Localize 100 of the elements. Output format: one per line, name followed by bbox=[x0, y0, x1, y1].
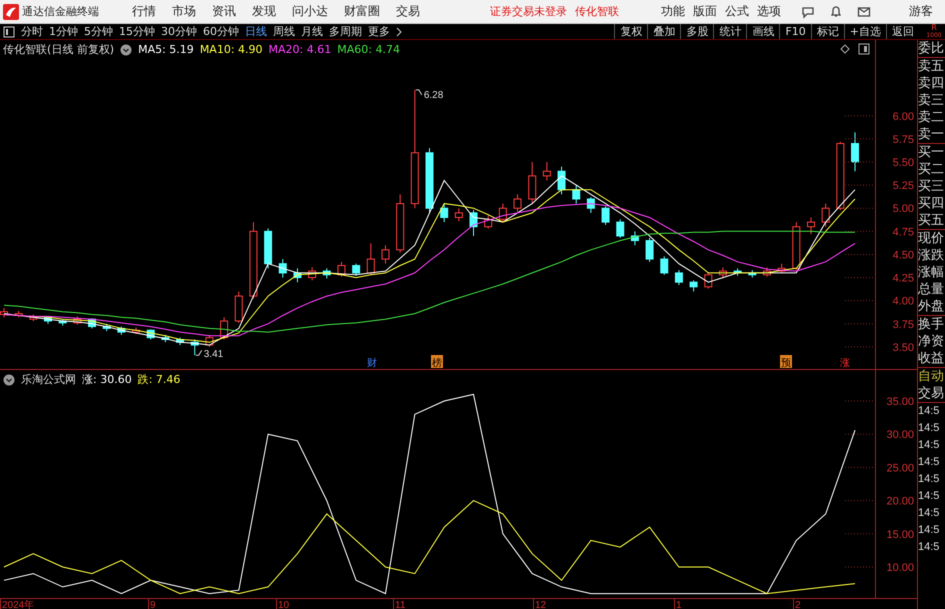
series-name: 涨 bbox=[82, 372, 93, 387]
series-name: 跌 bbox=[138, 372, 149, 387]
quote-label: 买一 bbox=[918, 144, 945, 161]
toolbar-button[interactable]: 多股 bbox=[680, 24, 714, 39]
event-marker: 榜 bbox=[431, 355, 443, 369]
app-title: 通达信金融终端 bbox=[22, 4, 100, 19]
axis-tick-label: 25.00 bbox=[886, 462, 914, 474]
axis-tick-label: 12 bbox=[535, 600, 546, 609]
candlestick bbox=[851, 132, 859, 172]
trade-time: 14:5 bbox=[918, 506, 940, 521]
candlestick bbox=[690, 280, 698, 292]
series-value: : 4.90 bbox=[230, 43, 263, 56]
quote-label: 买五 bbox=[918, 212, 945, 229]
panel-toggle-icon[interactable] bbox=[858, 43, 870, 55]
annotation: 3.41 bbox=[204, 349, 224, 360]
axis-tick-label: 2024年 bbox=[2, 600, 34, 609]
menu-item[interactable]: 交易 bbox=[396, 3, 420, 20]
trade-time: 14:5 bbox=[918, 438, 940, 453]
candlestick bbox=[278, 258, 287, 278]
menu-item[interactable]: 公式 bbox=[725, 3, 749, 20]
series-value: : 4.61 bbox=[300, 43, 332, 56]
period-tab[interactable]: 分时 bbox=[21, 24, 43, 39]
series-name: MA20 bbox=[268, 43, 300, 56]
period-tab[interactable]: 30分钟 bbox=[161, 24, 197, 39]
trade-label: 交易 bbox=[918, 385, 945, 402]
quote-label: 净资 bbox=[918, 333, 945, 350]
candlestick bbox=[352, 263, 360, 276]
chevron-circle-icon[interactable] bbox=[3, 374, 15, 386]
candlestick bbox=[822, 203, 830, 228]
toolbar-button[interactable]: 画线 bbox=[746, 24, 780, 39]
quote-label: 买二 bbox=[918, 161, 945, 178]
chat-bubble-icon[interactable] bbox=[801, 4, 815, 18]
event-marker: 财 bbox=[367, 358, 377, 369]
candlestick bbox=[381, 244, 390, 264]
candlestick bbox=[542, 162, 551, 182]
toolbar-button[interactable]: 复权 bbox=[614, 24, 648, 39]
series-name: MA10 bbox=[200, 43, 231, 56]
menu-item[interactable]: 资讯 bbox=[212, 3, 236, 20]
user-label[interactable]: 游客 bbox=[909, 3, 933, 20]
quote-label: 换手 bbox=[918, 316, 945, 333]
period-tab[interactable]: 5分钟 bbox=[84, 24, 113, 39]
diamond-icon[interactable] bbox=[840, 44, 850, 54]
corner-label: R bbox=[931, 24, 937, 32]
trade-time: 14:5 bbox=[918, 404, 940, 419]
chevron-right-icon[interactable] bbox=[396, 26, 402, 36]
period-tab[interactable]: 月线 bbox=[301, 24, 323, 39]
period-tab[interactable]: 日线 bbox=[245, 24, 267, 39]
period-tab[interactable]: 多周期 bbox=[329, 24, 362, 39]
trade-time: 14:5 bbox=[918, 421, 940, 436]
menu-item[interactable]: 问小达 bbox=[292, 3, 328, 20]
quote-label: 卖四 bbox=[918, 75, 945, 92]
chevron-circle-icon[interactable] bbox=[120, 44, 132, 56]
axis-tick-label: 2 bbox=[795, 600, 801, 609]
candlestick bbox=[454, 208, 463, 222]
auto-trade-label[interactable]: 自动 bbox=[918, 368, 945, 385]
quote-label: 委比 bbox=[918, 40, 945, 57]
toolbar-button[interactable]: 标记 bbox=[810, 24, 844, 39]
toolbar-button[interactable]: +自选 bbox=[844, 24, 886, 39]
indicator-title: 乐淘公式网 bbox=[21, 372, 76, 387]
bell-icon[interactable] bbox=[829, 4, 843, 18]
axis-tick-label: 4.25 bbox=[892, 272, 914, 285]
candlestick bbox=[440, 203, 448, 223]
period-tab[interactable]: 更多 bbox=[368, 24, 390, 39]
axis-tick-label: 5.25 bbox=[892, 180, 914, 192]
axis-tick-label: 5.00 bbox=[892, 203, 914, 216]
quote-label: 总量 bbox=[918, 281, 945, 298]
quote-label: 现价 bbox=[918, 230, 945, 247]
menu-item[interactable]: 选项 bbox=[757, 3, 781, 20]
candlestick bbox=[498, 203, 507, 223]
menu-item[interactable]: 版面 bbox=[693, 3, 717, 20]
menu-item[interactable]: 市场 bbox=[172, 3, 196, 20]
candlestick bbox=[514, 194, 522, 212]
axis-tick-label: 4.00 bbox=[892, 296, 914, 308]
panel-toggle-icon[interactable] bbox=[3, 26, 15, 38]
menu-item[interactable]: 功能 bbox=[661, 3, 685, 20]
quote-label: 涨幅 bbox=[918, 264, 945, 281]
candlestick bbox=[616, 218, 624, 238]
axis-tick-label: 1 bbox=[676, 600, 682, 609]
trade-time: 14:5 bbox=[918, 523, 940, 538]
toolbar-button[interactable]: 统计 bbox=[713, 24, 746, 39]
candlestick bbox=[528, 162, 536, 204]
quote-label: 卖二 bbox=[918, 109, 945, 126]
period-tab[interactable]: 1分钟 bbox=[49, 24, 78, 39]
toolbar-button[interactable]: 叠加 bbox=[647, 24, 680, 39]
axis-tick-label: 11 bbox=[395, 600, 406, 609]
period-tab[interactable]: 15分钟 bbox=[119, 24, 155, 39]
menu-item[interactable]: 行情 bbox=[132, 3, 156, 20]
period-tab[interactable]: 60分钟 bbox=[203, 24, 239, 39]
mail-icon[interactable] bbox=[857, 4, 871, 18]
candlestick bbox=[806, 216, 815, 235]
quote-label: 买四 bbox=[918, 195, 945, 212]
series-value: : 7.46 bbox=[148, 373, 180, 386]
candlestick bbox=[704, 272, 712, 290]
menu-item[interactable]: 发现 bbox=[252, 3, 276, 20]
period-tab[interactable]: 周线 bbox=[273, 24, 295, 39]
menu-item[interactable]: 财富圈 bbox=[344, 3, 380, 20]
quote-label: 卖三 bbox=[918, 92, 945, 109]
toolbar-button[interactable]: F10 bbox=[779, 24, 811, 39]
quote-label: 外盘 bbox=[918, 298, 945, 315]
toolbar-button[interactable]: 返回 bbox=[886, 24, 919, 39]
